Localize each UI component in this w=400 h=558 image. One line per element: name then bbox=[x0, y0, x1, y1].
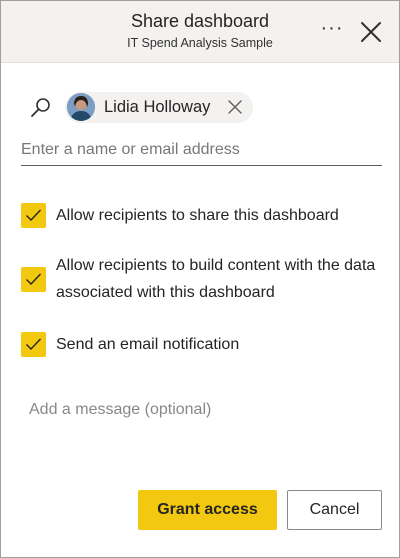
checkmark-icon bbox=[26, 273, 42, 286]
allow-build-checkbox[interactable] bbox=[21, 267, 46, 292]
option-send-email[interactable]: Send an email notification bbox=[21, 331, 381, 358]
send-email-checkbox[interactable] bbox=[21, 332, 46, 357]
avatar bbox=[67, 93, 95, 121]
recipient-chip[interactable]: Lidia Holloway bbox=[65, 92, 253, 123]
allow-share-checkbox[interactable] bbox=[21, 203, 46, 228]
grant-access-button[interactable]: Grant access bbox=[138, 490, 277, 530]
option-allow-build[interactable]: Allow recipients to build content with t… bbox=[21, 252, 381, 308]
dialog-header: Share dashboard IT Spend Analysis Sample… bbox=[1, 1, 399, 63]
option-allow-share[interactable]: Allow recipients to share this dashboard bbox=[21, 202, 381, 229]
close-button[interactable] bbox=[359, 20, 383, 44]
allow-build-label: Allow recipients to build content with t… bbox=[56, 257, 376, 301]
allow-share-label: Allow recipients to share this dashboard bbox=[56, 207, 339, 224]
search-icon bbox=[31, 98, 50, 117]
recipient-search-input[interactable] bbox=[21, 134, 382, 166]
more-options-button[interactable]: ··· bbox=[318, 18, 346, 43]
dismiss-icon[interactable] bbox=[227, 99, 243, 115]
recipient-name: Lidia Holloway bbox=[104, 98, 211, 116]
cancel-button[interactable]: Cancel bbox=[287, 490, 382, 530]
checkmark-icon bbox=[26, 209, 42, 222]
message-input[interactable] bbox=[29, 394, 379, 426]
checkmark-icon bbox=[26, 338, 42, 351]
share-dashboard-dialog: Share dashboard IT Spend Analysis Sample… bbox=[0, 0, 400, 558]
send-email-label: Send an email notification bbox=[56, 336, 240, 353]
close-icon bbox=[361, 22, 381, 42]
